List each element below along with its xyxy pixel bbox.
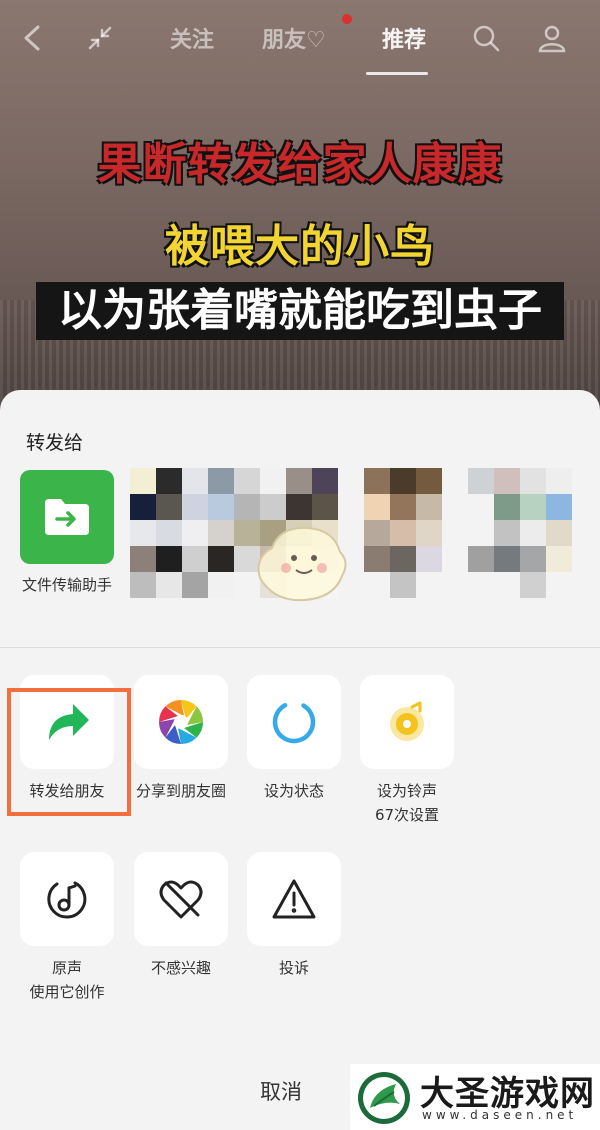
tab-friends[interactable]: 朋友♡ — [262, 22, 326, 54]
back-icon[interactable] — [14, 20, 50, 56]
video-caption-3: 以为张着嘴就能吃到虫子 — [58, 285, 542, 336]
share-sheet-title: 转发给 — [26, 432, 84, 454]
action-label: 设为状态 — [263, 782, 324, 800]
action-label: 原声 使用它创作 — [29, 959, 105, 1001]
section-divider — [0, 647, 600, 648]
video-caption-2: 被喂大的小鸟 — [165, 221, 435, 272]
top-nav: 关注 朋友♡ 推荐 — [0, 0, 600, 80]
tab-recommend[interactable]: 推荐 — [382, 22, 426, 54]
notification-dot — [342, 14, 352, 24]
share-sheet: 转发给 文件传输助手 转发给朋友 分享到朋友圈 设为状态 设为铃声 67次设置 … — [0, 390, 600, 1130]
sticker-bird-icon — [257, 526, 347, 602]
report-button[interactable]: 投诉 — [247, 852, 341, 980]
contact-file-transfer[interactable]: 文件传输助手 — [20, 470, 114, 594]
profile-icon[interactable] — [534, 20, 570, 56]
action-label: 设为铃声 67次设置 — [374, 782, 440, 824]
action-label: 不感兴趣 — [150, 959, 211, 977]
action-label: 分享到朋友圈 — [135, 782, 226, 800]
tab-follow[interactable]: 关注 — [170, 22, 214, 54]
not-interested-button[interactable]: 不感兴趣 — [134, 852, 228, 980]
moments-icon — [134, 675, 228, 769]
warning-icon — [247, 852, 341, 946]
watermark-logo-icon — [358, 1072, 410, 1124]
music-note-icon — [20, 852, 114, 946]
watermark-url: www.daseen.net — [422, 1108, 578, 1122]
highlight-box — [7, 688, 131, 816]
search-icon[interactable] — [468, 20, 504, 56]
watermark: 大圣游戏网 www.daseen.net — [350, 1064, 600, 1130]
contact-avatar-blurred-1[interactable] — [130, 468, 234, 598]
video-caption-1: 果断转发给家人康康 — [97, 139, 503, 190]
contact-avatar-blurred-3[interactable] — [364, 468, 442, 598]
folder-forward-icon — [20, 470, 114, 564]
ringtone-icon — [360, 675, 454, 769]
set-as-status-button[interactable]: 设为状态 — [247, 675, 341, 803]
share-to-moments-button[interactable]: 分享到朋友圈 — [134, 675, 228, 803]
contact-avatar-blurred-4[interactable] — [468, 468, 572, 598]
cancel-button[interactable]: 取消 — [260, 1076, 302, 1106]
status-ring-icon — [247, 675, 341, 769]
broken-heart-icon — [134, 852, 228, 946]
contact-label: 文件传输助手 — [21, 576, 112, 594]
collapse-icon[interactable] — [82, 20, 118, 56]
video-background[interactable]: 关注 朋友♡ 推荐 果断转发给家人康康 被喂大的小鸟 以为张着嘴就能吃到虫子 — [0, 0, 600, 420]
set-as-ringtone-button[interactable]: 设为铃声 67次设置 — [360, 675, 454, 827]
original-sound-button[interactable]: 原声 使用它创作 — [20, 852, 114, 1004]
active-tab-indicator — [366, 72, 428, 75]
action-label: 投诉 — [278, 959, 309, 977]
